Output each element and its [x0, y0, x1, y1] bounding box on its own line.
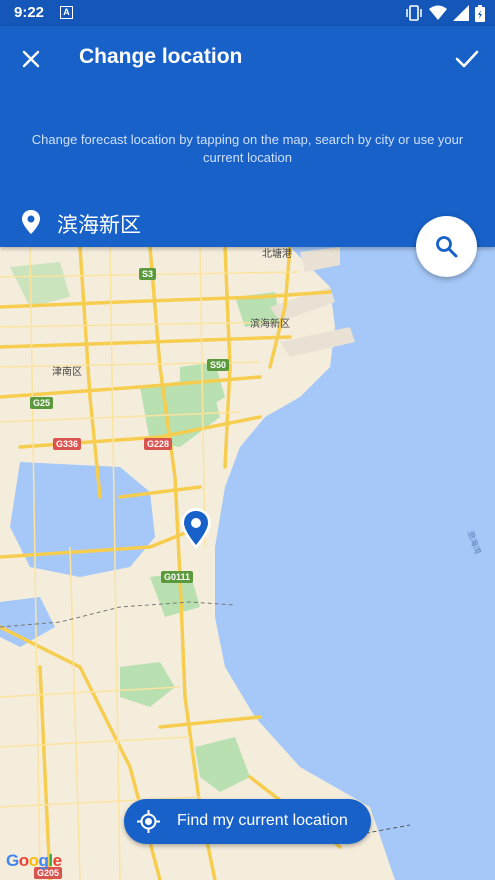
selected-location-name: 滨海新区 [57, 214, 141, 237]
my-location-icon [137, 810, 160, 833]
status-icons [405, 4, 485, 22]
road-shield-g25: G25 [30, 397, 54, 409]
vibrate-icon [406, 5, 422, 21]
map-label-binhai: 滨海新区 [250, 319, 290, 330]
close-icon[interactable] [18, 46, 44, 72]
notification-a-icon: A [60, 6, 73, 19]
find-current-location-label: Find my current location [177, 812, 348, 829]
status-time: 9:22 [14, 4, 45, 21]
location-pin-icon [22, 210, 40, 234]
map-label-jinnan: 津南区 [52, 367, 82, 378]
road-shield-s3: S3 [139, 268, 157, 280]
road-shield-g336: G336 [53, 438, 82, 450]
search-button[interactable] [416, 216, 477, 277]
google-logo: Google [6, 851, 62, 870]
status-bar: 9:22 A [0, 0, 495, 26]
find-current-location-button[interactable]: Find my current location [124, 799, 371, 844]
instruction-text: Change forecast location by tapping on t… [31, 132, 464, 165]
road-shield-s50: S50 [207, 359, 230, 371]
page-title: Change location [79, 45, 243, 68]
signal-icon [453, 5, 469, 21]
map-label-beitang: 北塘港 [262, 249, 292, 260]
search-icon [436, 236, 458, 258]
wifi-icon [429, 5, 447, 20]
battery-icon [475, 4, 485, 22]
app-bar: Change location Change forecast location… [0, 26, 495, 247]
map-canvas [0, 247, 495, 880]
confirm-check-icon[interactable] [453, 46, 481, 72]
map-view[interactable]: 北塘港 滨海新区 津南区 渤海湾 S3 S50 G25 G336 G228 G0… [0, 247, 495, 880]
road-shield-g228: G228 [144, 438, 173, 450]
road-shield-g0111: G0111 [161, 571, 194, 583]
